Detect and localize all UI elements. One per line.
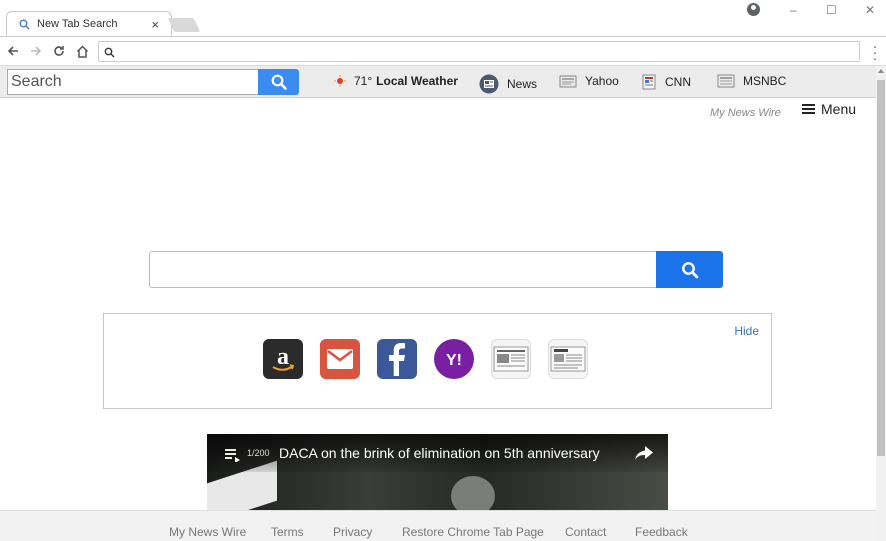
yahoo-icon[interactable]: Y! (434, 339, 474, 379)
address-bar[interactable] (98, 41, 860, 62)
search-icon (17, 17, 31, 31)
maximize-button[interactable]: ☐ (826, 3, 837, 17)
main-search-input[interactable] (149, 251, 657, 288)
msnbc-link[interactable]: MSNBC (717, 74, 786, 88)
newspaper-icon (717, 74, 735, 88)
address-input[interactable] (121, 43, 851, 60)
home-icon (76, 44, 88, 58)
reload-button[interactable] (51, 42, 67, 60)
extension-bar: 71° Local Weather News Yahoo CNN MSNBC (0, 66, 886, 98)
browser-toolbar: · · · (0, 36, 886, 66)
cnn-link-label: CNN (665, 75, 691, 89)
reload-icon (54, 46, 64, 56)
share-icon[interactable] (635, 446, 653, 465)
forward-button[interactable] (28, 42, 44, 60)
svg-text:Y!: Y! (446, 352, 462, 369)
amazon-icon[interactable]: a (263, 339, 303, 379)
brand-logo: My News Wire (710, 107, 781, 119)
tab-close-icon[interactable]: × (151, 17, 159, 32)
shortcuts-panel: Hide a Y! (103, 313, 772, 409)
news-icon (479, 74, 499, 94)
newspaper-icon[interactable] (491, 339, 531, 379)
svg-text:a: a (277, 344, 289, 370)
newspaper-icon (559, 74, 577, 88)
gmail-icon[interactable] (320, 339, 360, 379)
browser-tab[interactable]: New Tab Search × (6, 11, 172, 36)
menu-label: Menu (821, 101, 857, 117)
hamburger-icon (802, 104, 815, 114)
ext-search-button[interactable] (258, 69, 299, 95)
search-icon (104, 45, 115, 63)
video-title[interactable]: DACA on the brink of elimination on 5th … (279, 445, 600, 461)
browser-menu-icon[interactable]: · · · (870, 39, 880, 65)
weather-temp: 71° (354, 74, 373, 88)
footer-link-my-news-wire[interactable]: My News Wire (169, 525, 246, 539)
menu-button[interactable]: Menu (802, 101, 856, 117)
scrollbar-thumb[interactable] (877, 80, 885, 456)
footer-link-feedback[interactable]: Feedback (635, 525, 688, 539)
home-button[interactable] (74, 42, 90, 60)
newspaper-icon (641, 74, 657, 90)
playlist-icon[interactable] (225, 448, 241, 467)
local-weather-link[interactable]: 71° Local Weather (334, 74, 458, 88)
page-scrollbar[interactable] (876, 66, 886, 541)
scroll-up-icon[interactable] (878, 69, 884, 73)
cnn-link[interactable]: CNN (641, 74, 691, 90)
sun-icon (334, 75, 346, 87)
yahoo-link-label: Yahoo (585, 74, 619, 88)
footer-link-terms[interactable]: Terms (271, 525, 304, 539)
minimize-button[interactable]: – (790, 3, 797, 17)
footer-link-restore-chrome-tab[interactable]: Restore Chrome Tab Page (402, 525, 544, 539)
forward-arrow-icon (31, 46, 42, 56)
profile-icon[interactable] (747, 3, 760, 16)
facebook-icon[interactable] (377, 339, 417, 379)
playlist-count: 1/200 (247, 448, 270, 458)
news-link-label: News (507, 77, 538, 91)
news-link[interactable]: News (479, 74, 537, 94)
back-button[interactable] (5, 42, 21, 60)
msnbc-link-label: MSNBC (743, 74, 787, 88)
yahoo-link[interactable]: Yahoo (559, 74, 619, 88)
close-window-button[interactable]: ✕ (865, 3, 875, 17)
main-search-button[interactable] (656, 251, 723, 288)
search-icon (681, 261, 698, 278)
footer-link-privacy[interactable]: Privacy (333, 525, 372, 539)
browser-titlebar: New Tab Search × – ☐ ✕ (0, 0, 886, 36)
footer-link-contact[interactable]: Contact (565, 525, 606, 539)
new-tab-button[interactable] (167, 18, 201, 32)
page-footer: My News Wire Terms Privacy Restore Chrom… (0, 510, 876, 541)
video-player[interactable]: 1/200 DACA on the brink of elimination o… (207, 434, 668, 510)
tab-title: New Tab Search (37, 18, 118, 30)
video-thumbnail-person (451, 476, 495, 510)
back-arrow-icon (7, 46, 18, 56)
ext-search-input[interactable] (7, 69, 259, 95)
search-icon (271, 74, 287, 90)
weather-label: Local Weather (376, 74, 458, 88)
hide-shortcuts-link[interactable]: Hide (734, 324, 759, 338)
daily-news-icon[interactable] (548, 339, 588, 379)
